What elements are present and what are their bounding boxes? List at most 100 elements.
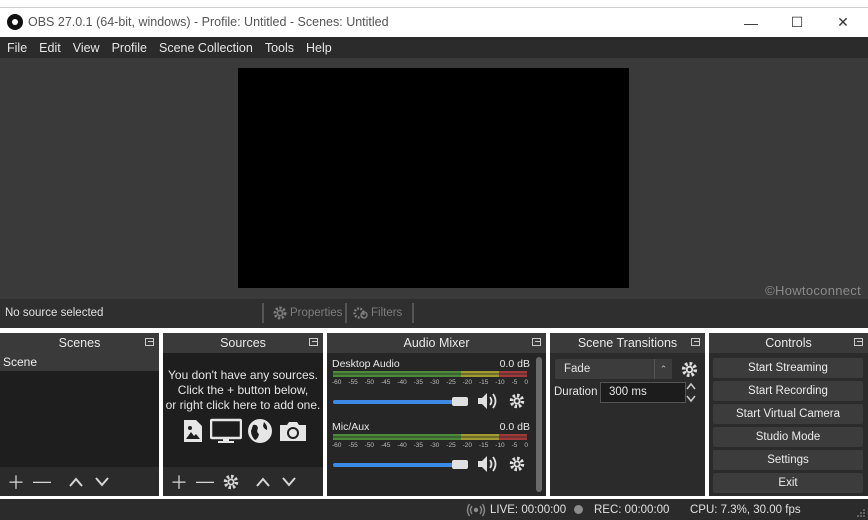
- duration-label: Duration: [554, 386, 598, 398]
- scale-label: -50: [364, 379, 375, 386]
- cpu-usage: CPU: 7.3%, 30.00 fps: [690, 504, 801, 516]
- level-meter: [333, 434, 527, 440]
- duration-stepper[interactable]: [685, 382, 699, 403]
- list-item-scene[interactable]: Scene: [0, 353, 159, 371]
- move-up-icon[interactable]: [64, 470, 88, 494]
- chevron-up-icon[interactable]: [685, 382, 697, 391]
- preview-area: ©Howtoconnect: [0, 58, 868, 299]
- exit-button[interactable]: Exit: [713, 473, 863, 493]
- scale-label: -10: [495, 379, 505, 386]
- controls-header: Controls: [709, 333, 868, 353]
- sources-dock: Sources You don't have any sources. Clic…: [163, 333, 323, 496]
- rec-timer: REC: 00:00:00: [594, 504, 670, 516]
- scale-label: -25: [446, 442, 456, 449]
- scenes-dock: Scenes Scene ＋ —: [0, 333, 159, 496]
- studio-mode-button[interactable]: Studio Mode: [713, 427, 863, 447]
- mixer-title: Audio Mixer: [403, 336, 470, 350]
- maximize-button[interactable]: ☐: [774, 8, 820, 37]
- select-arrows-icon[interactable]: ⌃: [654, 359, 672, 379]
- gear-icon: [273, 306, 287, 320]
- minimize-button[interactable]: —: [728, 8, 774, 37]
- preview-canvas[interactable]: [238, 68, 629, 288]
- window-titlebar: OBS 27.0.1 (64-bit, windows) - Profile: …: [0, 7, 868, 37]
- menu-view[interactable]: View: [67, 41, 106, 55]
- volume-handle[interactable]: [452, 397, 468, 406]
- properties-label: Properties: [290, 307, 343, 319]
- scale-label: -25: [446, 379, 456, 386]
- mixer-body: Desktop Audio 0.0 dB -60 -55 -50 -45 -40 -35-…: [327, 353, 546, 496]
- mixer-header: Audio Mixer: [327, 333, 546, 353]
- source-properties-icon[interactable]: [219, 470, 243, 494]
- scale-label: -60: [332, 379, 342, 386]
- menu-scene-collection[interactable]: Scene Collection: [153, 41, 259, 55]
- filters-icon: [353, 307, 368, 319]
- watermark: ©Howtoconnect: [765, 283, 861, 298]
- menu-help[interactable]: Help: [300, 41, 338, 55]
- mixer-scrollbar[interactable]: [536, 357, 542, 492]
- start-recording-button[interactable]: Start Recording: [713, 381, 863, 401]
- divider: [345, 303, 347, 323]
- close-button[interactable]: ✕: [820, 8, 866, 37]
- float-dock-icon[interactable]: [532, 338, 541, 346]
- empty-line: Click the + button below,: [177, 383, 309, 397]
- scale-label: -35: [413, 442, 424, 449]
- sources-toolbar: ＋ —: [163, 467, 323, 496]
- chevron-down-icon[interactable]: [685, 394, 697, 403]
- volume-slider[interactable]: [333, 463, 463, 467]
- move-down-icon[interactable]: [90, 470, 114, 494]
- track-name: Desktop Audio: [332, 358, 400, 370]
- menu-profile[interactable]: Profile: [106, 41, 153, 55]
- resize-grip-icon[interactable]: [856, 508, 866, 518]
- gear-icon[interactable]: [680, 360, 699, 379]
- scale-label: -40: [397, 442, 407, 449]
- source-type-icons: [181, 418, 308, 444]
- scale-label: -20: [462, 379, 473, 386]
- track-db: 0.0 dB: [499, 421, 530, 433]
- scale-label: -45: [380, 442, 391, 449]
- start-streaming-button[interactable]: Start Streaming: [713, 358, 863, 378]
- menu-edit[interactable]: Edit: [33, 41, 67, 55]
- gear-icon[interactable]: [508, 392, 526, 410]
- float-dock-icon[interactable]: [854, 338, 863, 346]
- float-dock-icon[interactable]: [309, 338, 318, 346]
- duration-field[interactable]: 300 ms: [600, 382, 686, 403]
- broadcast-icon: [466, 503, 486, 517]
- gear-icon[interactable]: [508, 455, 526, 473]
- menu-file[interactable]: File: [0, 41, 33, 55]
- meter-scale: -60 -55 -50 -45 -40 -35 -30 -25 -20 -15 -10 -5 0: [332, 379, 528, 386]
- scale-label: -10: [495, 442, 505, 449]
- speaker-icon[interactable]: [476, 454, 500, 474]
- scale-label: -5: [511, 379, 518, 386]
- start-virtual-camera-button[interactable]: Start Virtual Camera: [713, 404, 863, 424]
- empty-line: You don't have any sources.: [168, 368, 318, 382]
- scenes-title: Scenes: [58, 336, 101, 350]
- scale-label: -55: [348, 442, 358, 449]
- selection-label: No source selected: [5, 307, 104, 319]
- volume-slider[interactable]: [333, 400, 463, 404]
- sources-list[interactable]: You don't have any sources. Click the + …: [163, 353, 323, 467]
- scale-label: -30: [429, 442, 440, 449]
- add-source-icon[interactable]: ＋: [167, 470, 191, 494]
- scenes-header: Scenes: [0, 333, 159, 353]
- move-down-icon[interactable]: [277, 470, 301, 494]
- speaker-icon[interactable]: [476, 391, 500, 411]
- settings-button[interactable]: Settings: [713, 450, 863, 470]
- float-dock-icon[interactable]: [691, 338, 700, 346]
- remove-source-icon[interactable]: —: [193, 470, 217, 494]
- properties-button[interactable]: Properties: [272, 305, 342, 321]
- volume-handle[interactable]: [452, 460, 468, 469]
- transitions-header: Scene Transitions: [550, 333, 705, 353]
- context-bar: No source selected Properties Filters: [0, 299, 868, 328]
- add-scene-icon[interactable]: ＋: [4, 470, 28, 494]
- menu-tools[interactable]: Tools: [259, 41, 300, 55]
- move-up-icon[interactable]: [251, 470, 275, 494]
- meter-scale: -60 -55 -50 -45 -40 -35 -30 -25 -20 -15 -10 -5 0: [332, 442, 528, 449]
- camera-icon: [280, 422, 306, 441]
- remove-scene-icon[interactable]: —: [30, 470, 54, 494]
- live-timer: LIVE: 00:00:00: [490, 504, 567, 516]
- filters-button[interactable]: Filters: [353, 305, 402, 321]
- float-dock-icon[interactable]: [145, 338, 154, 346]
- controls-dock: Controls Start Streaming Start Recording…: [709, 333, 868, 496]
- scale-label: -5: [511, 442, 518, 449]
- transitions-title: Scene Transitions: [577, 336, 678, 350]
